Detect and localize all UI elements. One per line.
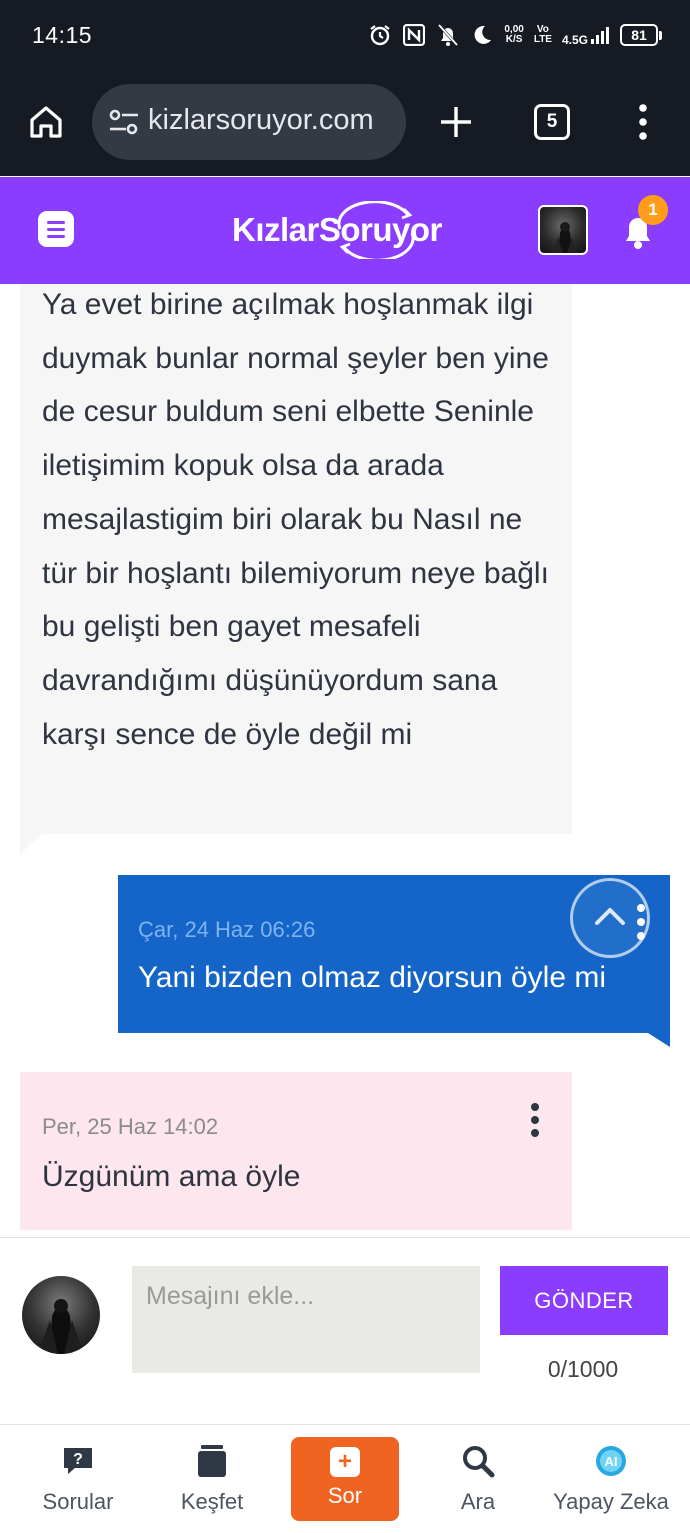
nav-label: Sorular — [42, 1489, 114, 1514]
new-tab-button[interactable] — [436, 102, 476, 142]
logo-text-part1: Kızlar — [232, 211, 319, 248]
nav-label: Yapay Zeka — [553, 1489, 669, 1514]
nav-yapay-zeka[interactable]: AI Yapay Zeka — [548, 1425, 674, 1533]
url-text: kizlarsoruyor.com — [148, 104, 374, 136]
cards-stack-icon — [194, 1443, 230, 1479]
browser-toolbar: kizlarsoruyor.com 5 — [0, 72, 690, 176]
notification-badge: 1 — [638, 195, 668, 225]
network-type: 4.5G — [562, 25, 610, 46]
message-timestamp: Per, 25 Haz 14:02 — [42, 1114, 219, 1139]
nav-label: Sor — [327, 1483, 363, 1508]
screen: 14:15 0,00 K/S Vo LTE 4.5G 81 kizlarsoru… — [0, 0, 690, 1533]
nav-label: Ara — [460, 1489, 496, 1514]
nav-sor[interactable]: + Sor — [291, 1437, 399, 1521]
message-text: Yani bizden olmaz diyorsun öyle mi — [138, 961, 607, 994]
message-text: Ya evet birine açılmak hoşlanmak ilgi du… — [42, 288, 549, 751]
tab-switcher-button[interactable]: 5 — [534, 104, 570, 140]
signal-icon — [591, 27, 609, 44]
net-speed: 0,00 K/S — [504, 24, 524, 45]
home-button[interactable] — [26, 102, 66, 142]
logo-swirl-icon — [337, 201, 415, 259]
moon-icon — [470, 23, 494, 47]
nav-kesfet[interactable]: Keşfet — [164, 1425, 260, 1533]
more-vertical-icon — [639, 104, 647, 140]
ai-icon: AI — [593, 1443, 629, 1479]
bubble-tail — [20, 834, 42, 854]
svg-text:?: ? — [73, 1451, 83, 1468]
status-bar: 14:15 0,00 K/S Vo LTE 4.5G 81 — [0, 0, 690, 72]
scroll-to-top-button[interactable] — [570, 878, 650, 958]
volte-indicator: Vo LTE — [533, 24, 552, 45]
plus-icon — [441, 107, 471, 137]
my-avatar — [22, 1276, 100, 1354]
site-header: KızlarSoruyor 1 — [0, 177, 690, 284]
search-icon — [460, 1443, 496, 1479]
nav-sorular[interactable]: ? Sorular — [30, 1425, 126, 1533]
chat-thread[interactable]: Ya evet birine açılmak hoşlanmak ilgi du… — [0, 284, 690, 1237]
nfc-icon — [402, 23, 426, 47]
nav-label: Keşfet — [180, 1489, 244, 1514]
bottom-nav: ? Sorular Keşfet + Sor Ara AI Yapay Zeka — [0, 1425, 690, 1533]
battery-level: 81 — [620, 24, 658, 46]
chevron-up-icon — [595, 908, 625, 925]
address-bar[interactable]: kizlarsoruyor.com — [92, 84, 406, 160]
question-bubble-icon: ? — [60, 1443, 96, 1479]
menu-button[interactable] — [38, 211, 74, 247]
svg-text:AI: AI — [605, 1454, 618, 1469]
message-input[interactable] — [132, 1266, 480, 1373]
message-incoming: Per, 25 Haz 14:02 Üzgünüm ama öyle — [20, 1072, 572, 1230]
message-options-icon[interactable] — [530, 1102, 540, 1138]
nav-ara[interactable]: Ara — [430, 1425, 526, 1533]
message-text: Üzgünüm ama öyle — [42, 1160, 301, 1193]
status-time: 14:15 — [32, 22, 93, 48]
alarm-icon — [368, 23, 392, 47]
message-composer: GÖNDER 0/1000 — [0, 1237, 690, 1425]
character-counter: 0/1000 — [547, 1356, 619, 1382]
send-button[interactable]: GÖNDER — [500, 1266, 668, 1335]
site-settings-icon[interactable] — [108, 108, 140, 136]
message-incoming: Ya evet birine açılmak hoşlanmak ilgi du… — [20, 284, 572, 834]
silent-icon — [436, 23, 460, 47]
battery-icon: 81 — [620, 24, 662, 46]
status-icons: 0,00 K/S Vo LTE 4.5G 81 — [368, 18, 662, 52]
message-timestamp: Çar, 24 Haz 06:26 — [138, 917, 316, 942]
user-avatar[interactable] — [538, 205, 588, 255]
browser-menu-button[interactable] — [628, 102, 658, 142]
plus-icon: + — [330, 1447, 360, 1477]
site-logo[interactable]: KızlarSoruyor — [232, 201, 442, 259]
bubble-tail — [648, 1033, 670, 1047]
home-icon — [30, 106, 62, 138]
